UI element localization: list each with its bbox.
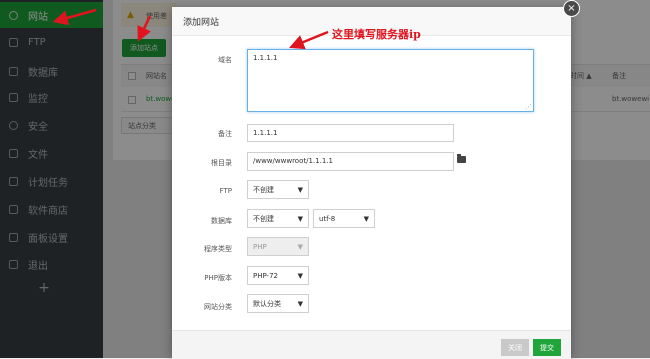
root-dir-input[interactable]: /www/wwwroot/1.1.1.1 xyxy=(247,152,454,171)
root-dir-label: 根目录 xyxy=(211,159,232,167)
note-label: 备注 xyxy=(218,130,232,138)
ftp-select-value: 不创建 xyxy=(253,185,274,194)
database-select[interactable]: 不创建 ▼ xyxy=(247,209,309,228)
caret-down-icon: ▼ xyxy=(297,185,303,194)
domain-textarea[interactable]: 1.1.1.1 ⋰ xyxy=(247,49,534,112)
caret-down-icon: ▼ xyxy=(297,299,303,308)
close-button[interactable]: 关闭 xyxy=(501,339,529,356)
program-type-value: PHP xyxy=(253,242,267,251)
annotation-text: 这里填写服务器ip xyxy=(332,28,421,41)
charset-select-value: utf-8 xyxy=(319,214,336,223)
note-value: 1.1.1.1 xyxy=(253,129,278,137)
close-icon[interactable]: × xyxy=(563,0,580,17)
database-label: 数据库 xyxy=(211,217,232,225)
domain-label: 域名 xyxy=(218,56,232,64)
php-version-label: PHP版本 xyxy=(204,274,232,282)
note-input[interactable]: 1.1.1.1 xyxy=(247,124,454,142)
caret-down-icon: ▼ xyxy=(297,271,303,280)
caret-down-icon: ▼ xyxy=(363,214,369,223)
category-select[interactable]: 默认分类 ▼ xyxy=(247,294,309,313)
ftp-select[interactable]: 不创建 ▼ xyxy=(247,180,309,199)
ftp-label: FTP xyxy=(219,187,232,195)
root-dir-value: /www/wwwroot/1.1.1.1 xyxy=(253,157,333,165)
category-value: 默认分类 xyxy=(253,299,281,308)
caret-down-icon: ▼ xyxy=(297,242,303,251)
program-type-label: 程序类型 xyxy=(204,245,232,253)
database-select-value: 不创建 xyxy=(253,214,274,223)
category-label: 网站分类 xyxy=(204,303,232,311)
domain-value: 1.1.1.1 xyxy=(253,54,278,62)
caret-down-icon: ▼ xyxy=(297,214,303,223)
dialog-title: 添加网站 xyxy=(183,18,220,28)
dialog-footer: 关闭 提交 xyxy=(172,330,571,359)
php-version-select[interactable]: PHP-72 ▼ xyxy=(247,266,309,285)
folder-open-icon[interactable] xyxy=(457,154,466,163)
resize-handle-icon[interactable]: ⋰ xyxy=(525,104,532,111)
submit-button[interactable]: 提交 xyxy=(533,339,561,356)
add-site-dialog: 添加网站 域名 1.1.1.1 ⋰ 备注 1.1.1.1 根目录 /www/ww… xyxy=(172,7,571,359)
php-version-value: PHP-72 xyxy=(253,271,278,280)
charset-select[interactable]: utf-8 ▼ xyxy=(313,209,375,228)
program-type-select: PHP ▼ xyxy=(247,237,309,256)
